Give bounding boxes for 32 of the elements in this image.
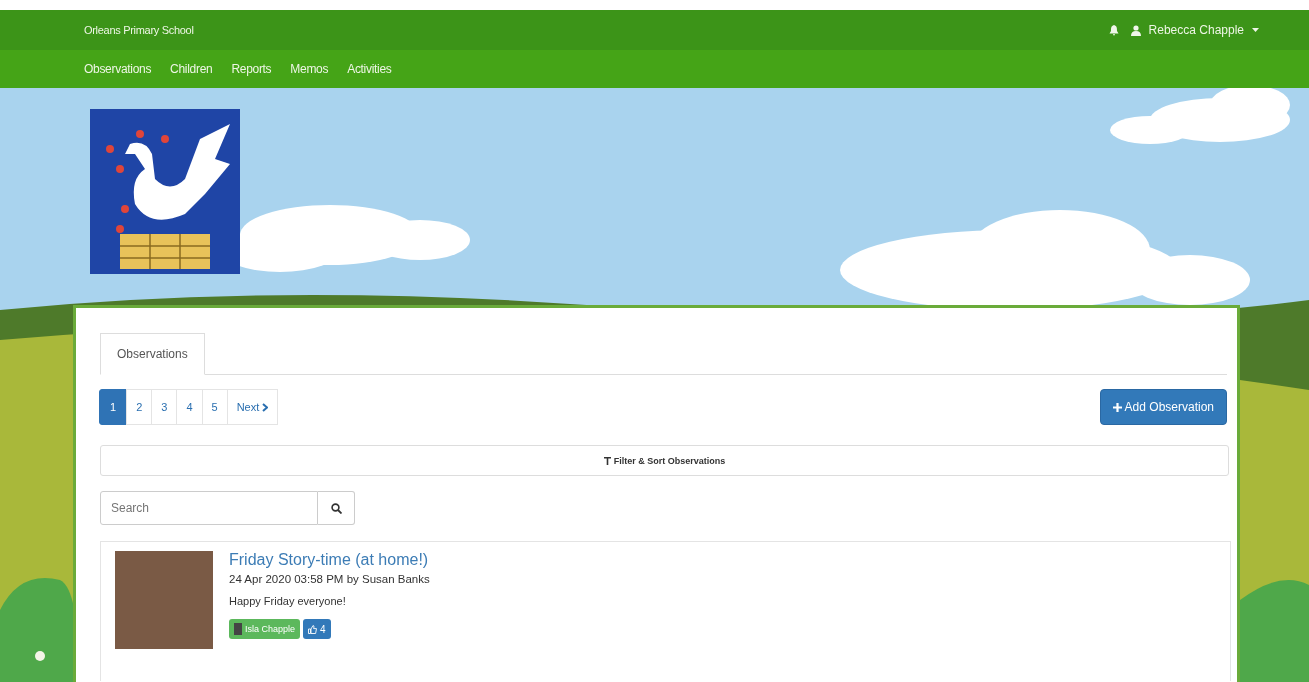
school-name[interactable]: Orleans Primary School — [84, 24, 194, 36]
plus-icon — [1112, 402, 1122, 412]
caret-icon — [1252, 28, 1259, 32]
next-page-link[interactable]: Next — [226, 389, 279, 425]
page-link[interactable]: 2 — [126, 389, 153, 425]
user-menu[interactable]: Rebecca Chapple — [1148, 23, 1244, 37]
nav-link[interactable]: Children — [170, 62, 213, 76]
observation-title-link[interactable]: Friday Story-time (at home!) — [229, 551, 429, 569]
observation-meta: 24 Apr 2020 03:58 PM by Susan Banks — [229, 573, 430, 585]
search-icon — [330, 502, 342, 514]
filter-icon — [603, 456, 611, 465]
nav-link[interactable]: Memos — [290, 62, 329, 76]
search-button[interactable] — [318, 491, 355, 525]
page-link[interactable]: 1 — [99, 389, 128, 425]
observation-text: Happy Friday everyone! — [229, 595, 346, 607]
bell-icon[interactable] — [1108, 24, 1119, 36]
add-observation-button[interactable]: Add Observation — [1099, 389, 1227, 425]
child-tag[interactable]: Isla Chapple — [229, 619, 301, 639]
avatar-icon — [234, 623, 242, 635]
thumbs-up-icon — [308, 624, 318, 634]
search-field[interactable]: Search — [100, 491, 318, 525]
page-link[interactable]: 3 — [151, 389, 178, 425]
nav-link[interactable]: Reports — [231, 62, 272, 76]
chevron-right-icon — [262, 402, 269, 412]
tab[interactable]: Observations — [100, 333, 205, 375]
nav-link[interactable]: Activities — [347, 62, 392, 76]
filter-sort-button[interactable]: Filter & Sort Observations — [100, 445, 1229, 476]
page-link[interactable]: 4 — [176, 389, 203, 425]
nav-link[interactable]: Observations — [84, 62, 152, 76]
likes-badge[interactable]: 4 — [303, 619, 331, 639]
user-icon — [1130, 24, 1141, 36]
page-link[interactable]: 5 — [201, 389, 228, 425]
